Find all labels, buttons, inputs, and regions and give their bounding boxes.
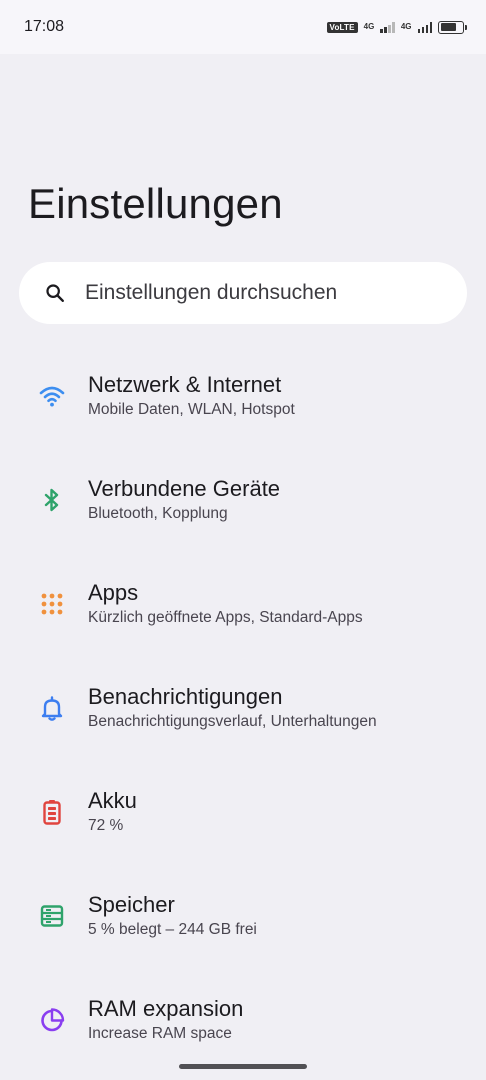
settings-item-subtitle: Bluetooth, Kopplung bbox=[88, 505, 228, 522]
search-bar[interactable]: Einstellungen durchsuchen bbox=[19, 262, 467, 324]
settings-item-subtitle: Benachrichtigungsverlauf, Unterhaltungen bbox=[88, 713, 377, 730]
settings-item-network[interactable]: Netzwerk & Internet Mobile Daten, WLAN, … bbox=[0, 344, 486, 448]
status-bar: 17:08 VoLTE 4G 4G bbox=[0, 0, 486, 54]
battery-status-fill bbox=[440, 23, 456, 31]
wifi-icon bbox=[38, 382, 66, 410]
settings-item-title: Benachrichtigungen bbox=[88, 684, 283, 709]
volte-badge: VoLTE bbox=[326, 21, 358, 33]
settings-item-title: Speicher bbox=[88, 892, 175, 917]
settings-item-title: Akku bbox=[88, 788, 137, 813]
search-input[interactable]: Einstellungen durchsuchen bbox=[85, 281, 337, 305]
settings-item-subtitle: 5 % belegt – 244 GB frei bbox=[88, 921, 257, 938]
settings-item-subtitle: Mobile Daten, WLAN, Hotspot bbox=[88, 401, 295, 418]
status-icons: VoLTE 4G 4G bbox=[326, 20, 467, 34]
settings-item-title: Netzwerk & Internet bbox=[88, 372, 282, 397]
battery-icon bbox=[38, 798, 66, 826]
settings-item-apps[interactable]: Apps Kürzlich geöffnete Apps, Standard-A… bbox=[0, 552, 486, 656]
settings-item-notifications[interactable]: Benachrichtigungen Benachrichtigungsverl… bbox=[0, 656, 486, 760]
settings-item-title: Verbundene Geräte bbox=[88, 476, 281, 501]
settings-item-connected-devices[interactable]: Verbundene Geräte Bluetooth, Kopplung bbox=[0, 448, 486, 552]
battery-status-icon bbox=[438, 20, 467, 34]
settings-item-subtitle: Increase RAM space bbox=[88, 1025, 232, 1042]
bell-icon bbox=[38, 694, 66, 722]
settings-list: Netzwerk & Internet Mobile Daten, WLAN, … bbox=[0, 344, 486, 1072]
page-title: Einstellungen bbox=[28, 180, 283, 227]
settings-item-battery[interactable]: Akku 72 % bbox=[0, 760, 486, 864]
apps-grid-icon bbox=[38, 590, 66, 618]
signal-strength-2-icon bbox=[417, 21, 432, 33]
signal-strength-1-icon bbox=[380, 21, 395, 33]
settings-item-ram-expansion[interactable]: RAM expansion Increase RAM space bbox=[0, 968, 486, 1072]
network-type-1: 4G bbox=[363, 22, 375, 31]
status-time: 17:08 bbox=[24, 18, 65, 35]
settings-item-subtitle: 72 % bbox=[88, 817, 124, 834]
settings-item-subtitle: Kürzlich geöffnete Apps, Standard-Apps bbox=[88, 609, 363, 626]
settings-item-storage[interactable]: Speicher 5 % belegt – 244 GB frei bbox=[0, 864, 486, 968]
home-indicator[interactable] bbox=[179, 1064, 307, 1069]
settings-item-title: RAM expansion bbox=[88, 996, 244, 1021]
search-icon bbox=[43, 281, 67, 305]
bluetooth-icon bbox=[38, 486, 66, 514]
network-type-2: 4G bbox=[400, 22, 412, 31]
settings-item-title: Apps bbox=[88, 580, 139, 605]
storage-icon bbox=[38, 902, 66, 930]
ram-expansion-icon bbox=[38, 1006, 66, 1034]
